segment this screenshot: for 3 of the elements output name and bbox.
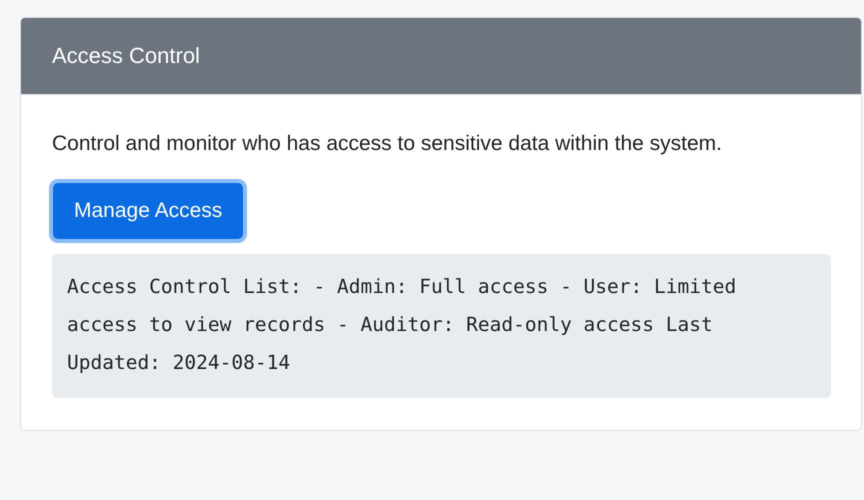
code-block: Access Control List: - Admin: Full access - User: Limited access to view records - Auditor: Read-only access Last Updated: 2024-08-14 xyxy=(52,254,831,398)
description-text: Control and monitor who has access to sensitive data within the system. xyxy=(52,131,723,157)
card-title: Access Control xyxy=(52,43,200,69)
